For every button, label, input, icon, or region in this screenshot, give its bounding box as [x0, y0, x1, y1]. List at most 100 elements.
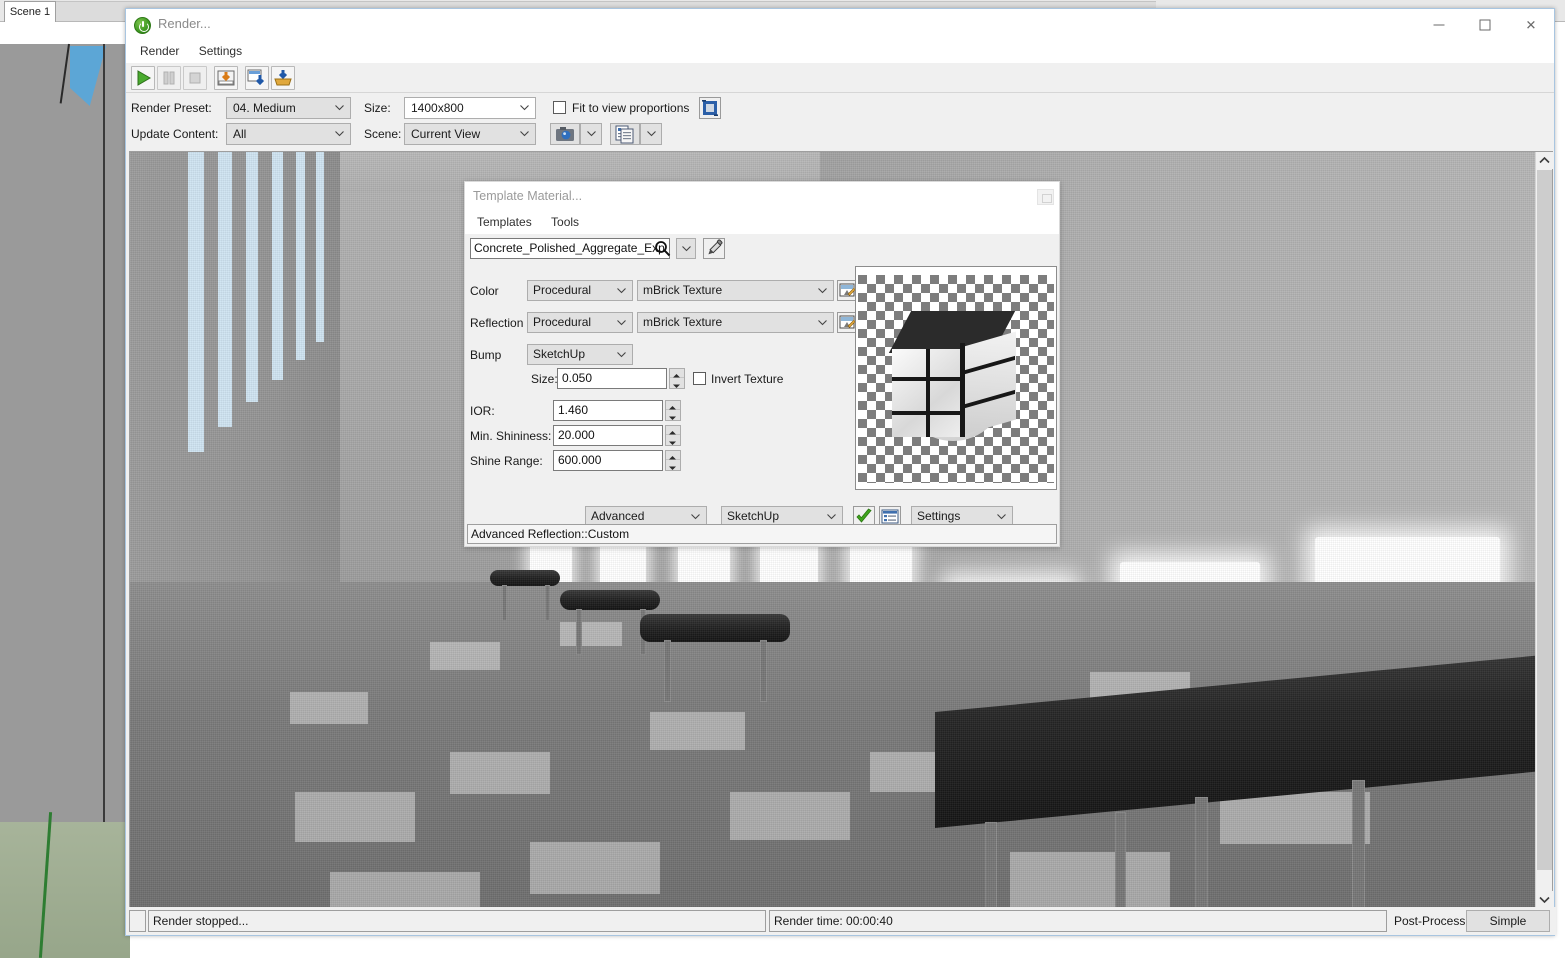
- stepper-down-icon[interactable]: [666, 461, 680, 470]
- ior-stepper[interactable]: [665, 400, 681, 421]
- search-icon[interactable]: [654, 240, 671, 260]
- color-row-label: Color: [470, 284, 499, 298]
- reflection-texture-edit-button[interactable]: [837, 312, 857, 333]
- render-main-bench-leg: [1352, 780, 1365, 908]
- scroll-thumb[interactable]: [1537, 170, 1552, 870]
- eyedropper-button[interactable]: [703, 238, 725, 259]
- render-status-bar: Render stopped... Render time: 00:00:40 …: [126, 907, 1556, 935]
- chevron-down-icon: [617, 352, 626, 358]
- color-type-value: Procedural: [533, 283, 592, 297]
- scene-select[interactable]: Current View: [404, 123, 536, 145]
- menu-render[interactable]: Render: [132, 41, 187, 61]
- render-menu-bar: Render Settings: [126, 41, 1554, 63]
- minimize-button[interactable]: [1416, 9, 1462, 40]
- pause-icon: [163, 71, 175, 85]
- render-light-slot: [188, 152, 204, 452]
- bump-size-input[interactable]: 0.050: [557, 368, 667, 389]
- save-with-alpha-button[interactable]: [245, 66, 269, 90]
- ior-input[interactable]: 1.460: [553, 400, 663, 421]
- scenes-dropdown[interactable]: [640, 123, 662, 145]
- bump-type-select[interactable]: SketchUp: [527, 344, 633, 365]
- restore-icon[interactable]: [1037, 189, 1054, 205]
- stepper-down-icon[interactable]: [670, 379, 684, 388]
- render-floor-light: [730, 792, 850, 840]
- render-floor-light: [290, 692, 368, 724]
- stepper-down-icon[interactable]: [666, 411, 680, 420]
- update-content-value: All: [233, 127, 247, 141]
- chevron-up-icon: [1539, 156, 1550, 164]
- start-render-button[interactable]: [131, 66, 155, 90]
- stepper-up-icon[interactable]: [666, 401, 680, 410]
- camera-dropdown[interactable]: [580, 123, 602, 145]
- size-label: Size:: [364, 101, 391, 115]
- fit-to-view-checkbox[interactable]: [553, 101, 566, 114]
- stepper-up-icon[interactable]: [666, 426, 680, 435]
- render-floor-light: [1010, 852, 1170, 908]
- scenes-button[interactable]: [610, 123, 640, 145]
- pause-render-button[interactable]: [157, 66, 181, 90]
- material-status-bar: Advanced Reflection::Custom: [467, 524, 1057, 544]
- bump-size-stepper[interactable]: [669, 368, 685, 389]
- load-image-button[interactable]: [271, 66, 295, 90]
- menu-tools[interactable]: Tools: [543, 212, 587, 232]
- close-button[interactable]: ✕: [1508, 9, 1554, 40]
- render-preset-select[interactable]: 04. Medium: [226, 97, 351, 119]
- invert-texture-checkbox[interactable]: [693, 372, 706, 385]
- render-floor-light: [1220, 792, 1370, 844]
- stepper-up-icon[interactable]: [666, 451, 680, 460]
- shine-range-input[interactable]: 600.000: [553, 450, 663, 471]
- reflection-type-select[interactable]: Procedural: [527, 312, 633, 333]
- render-floor-light: [650, 712, 745, 750]
- menu-settings[interactable]: Settings: [191, 41, 250, 61]
- texture-edit-icon: [839, 315, 856, 329]
- save-image-button[interactable]: [214, 66, 238, 90]
- preview-cube: [888, 311, 1018, 443]
- render-bench: [640, 614, 790, 642]
- stepper-down-icon[interactable]: [666, 436, 680, 445]
- shine-range-stepper[interactable]: [665, 450, 681, 471]
- material-preview-panel: [855, 266, 1057, 490]
- update-content-select[interactable]: All: [226, 123, 351, 145]
- size-select[interactable]: 1400x800: [404, 97, 536, 119]
- scroll-down-button[interactable]: [1536, 891, 1553, 908]
- min-shininess-input[interactable]: 20.000: [553, 425, 663, 446]
- maximize-button[interactable]: [1462, 9, 1508, 40]
- min-shininess-stepper[interactable]: [665, 425, 681, 446]
- scroll-up-button[interactable]: [1536, 152, 1553, 169]
- mode-value: Advanced: [591, 509, 645, 523]
- material-dialog-title: Template Material...: [473, 189, 583, 203]
- material-name-input[interactable]: Concrete_Polished_Aggregate_Exp: [470, 238, 670, 259]
- render-preset-label: Render Preset:: [131, 101, 212, 115]
- bump-size-label: Size:: [531, 372, 558, 386]
- preview-cube-right: [964, 331, 1016, 435]
- viewport-vertical-scrollbar[interactable]: [1535, 152, 1553, 908]
- stepper-up-icon[interactable]: [670, 369, 684, 378]
- min-shininess-label: Min. Shininess:: [470, 429, 552, 443]
- render-toolbar: [126, 63, 1554, 93]
- render-floor-light: [560, 622, 622, 646]
- color-texture-select[interactable]: mBrick Texture: [637, 280, 834, 301]
- chevron-down-icon: [1539, 896, 1550, 904]
- material-name-dropdown[interactable]: [676, 238, 696, 259]
- render-bench-leg: [664, 640, 671, 702]
- reflection-texture-select[interactable]: mBrick Texture: [637, 312, 834, 333]
- chevron-down-icon: [587, 131, 596, 137]
- render-light-slot: [296, 152, 305, 360]
- render-window: Render... ✕ Render Settings Render Prese…: [125, 8, 1556, 936]
- color-type-select[interactable]: Procedural: [527, 280, 633, 301]
- material-dialog-footer: Advanced SketchUp Settings Advanced Refl…: [465, 506, 1059, 546]
- color-texture-edit-button[interactable]: [837, 280, 857, 301]
- fit-to-view-button[interactable]: [699, 97, 721, 119]
- camera-icon: [556, 127, 574, 141]
- menu-templates[interactable]: Templates: [469, 212, 540, 232]
- camera-button[interactable]: [550, 123, 580, 145]
- stop-render-button[interactable]: [183, 66, 207, 90]
- render-floor-light: [295, 792, 415, 842]
- post-process-button[interactable]: Simple: [1466, 910, 1550, 932]
- scene-tab-1[interactable]: Scene 1: [4, 1, 56, 22]
- render-light-slot: [316, 152, 324, 342]
- eyedropper-icon: [708, 239, 723, 255]
- scene-value: Current View: [411, 127, 481, 141]
- render-light-slot: [246, 152, 258, 402]
- preview-grout: [960, 343, 965, 437]
